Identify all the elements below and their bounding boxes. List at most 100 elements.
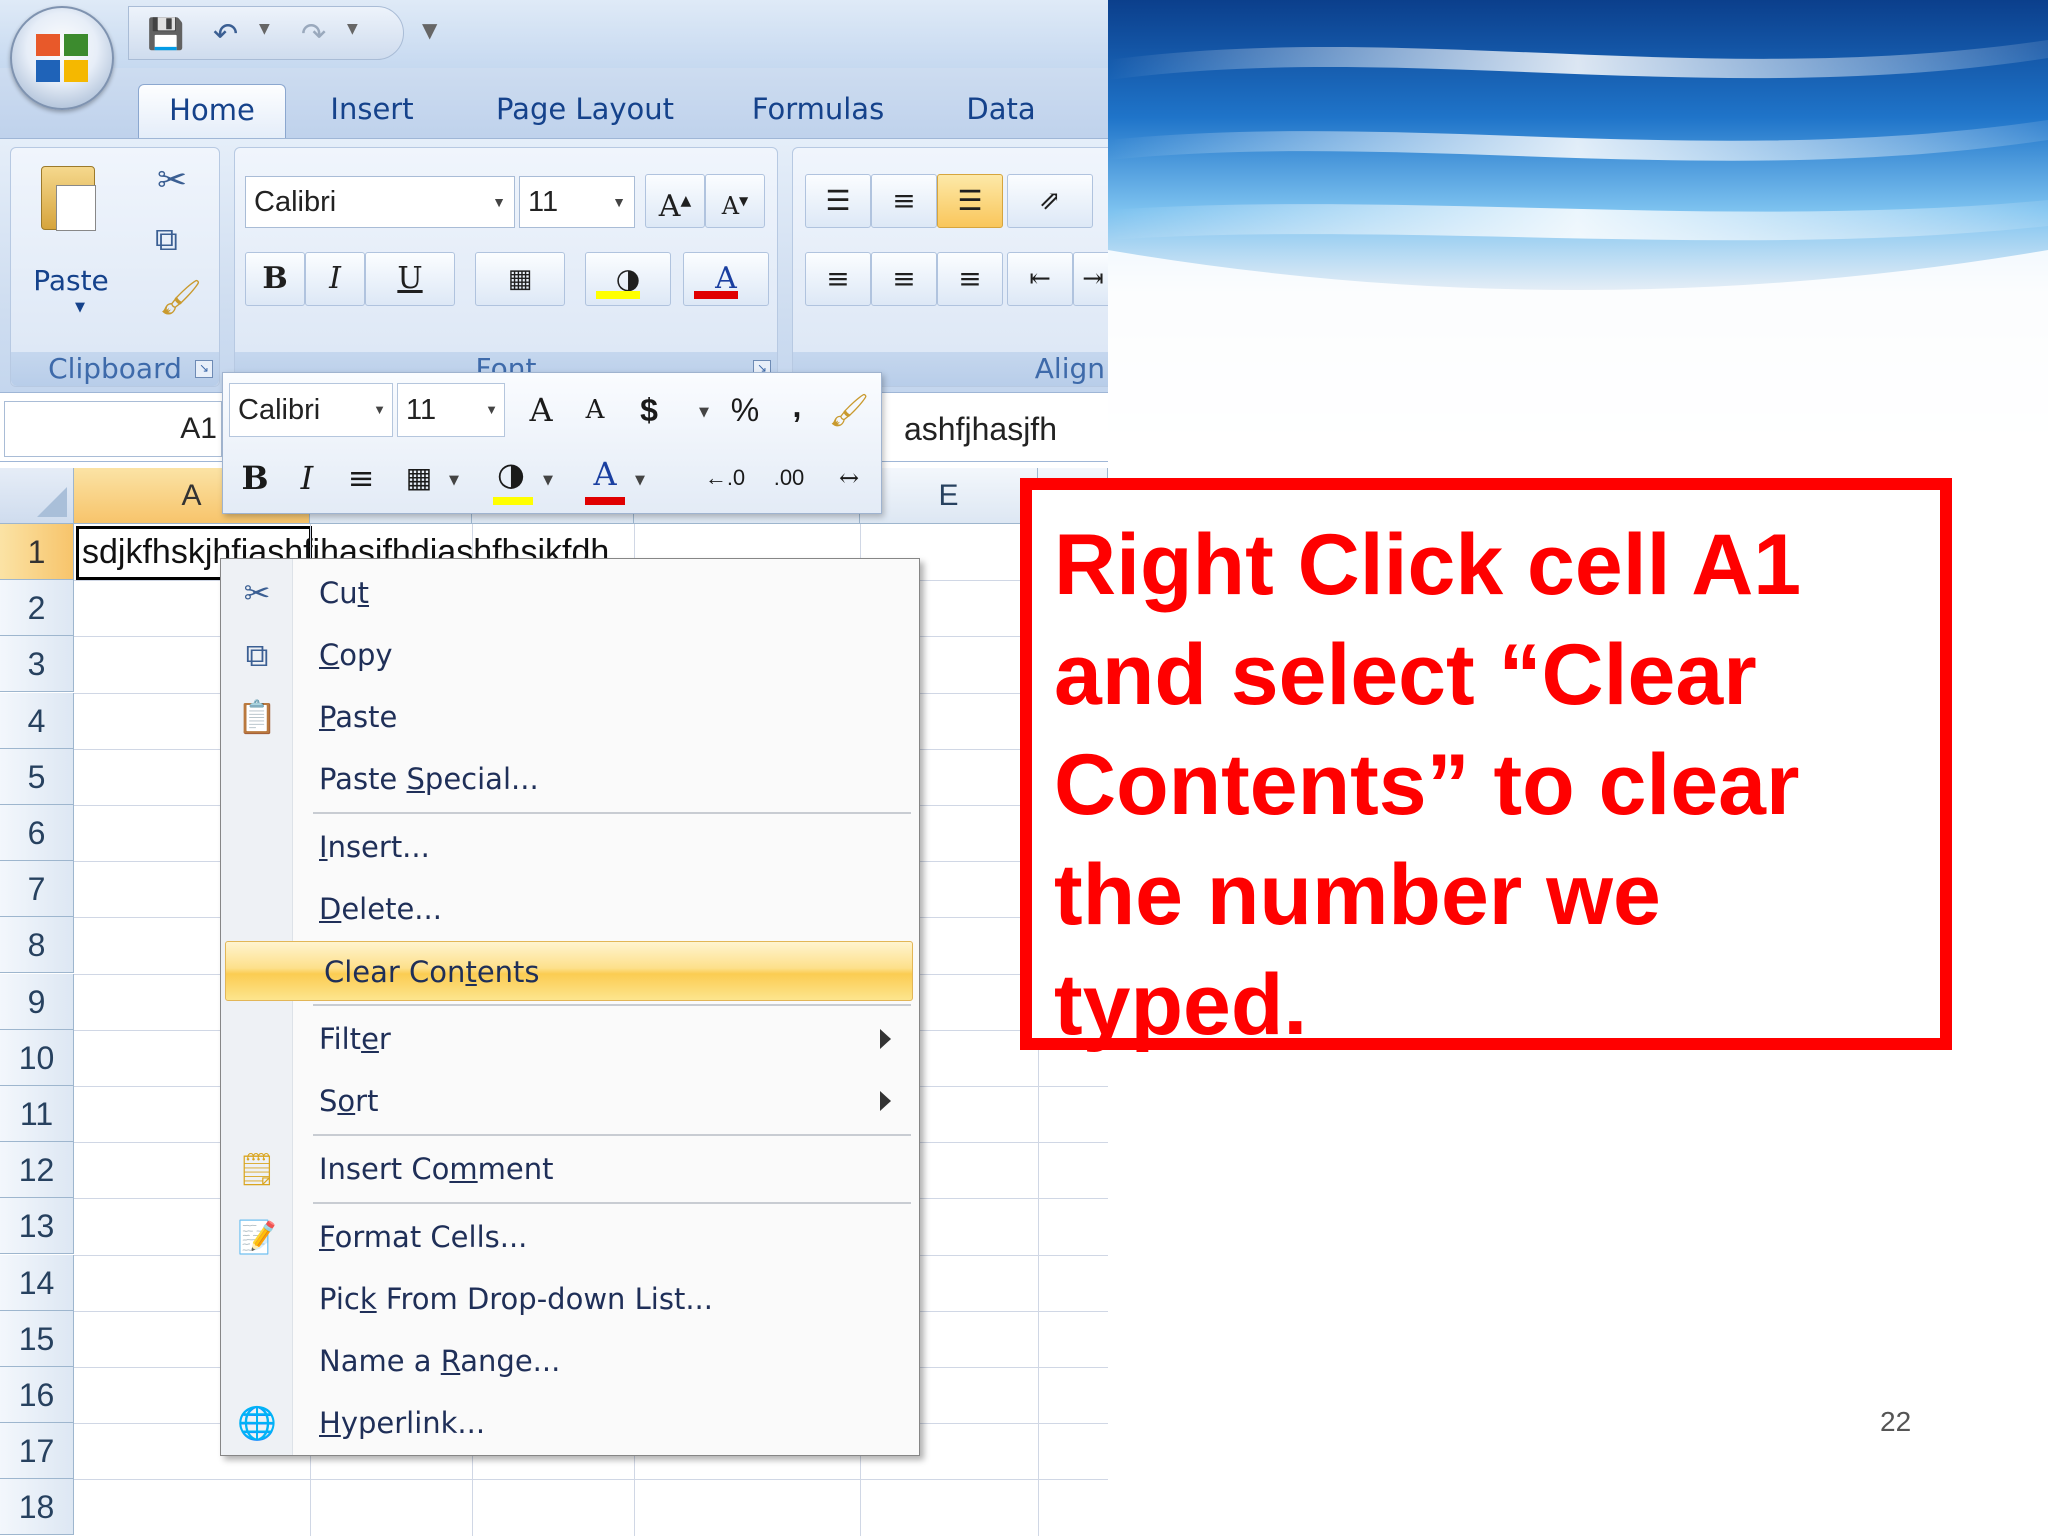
chevron-down-icon: ▼	[373, 402, 386, 417]
mini-decrease-decimal-icon[interactable]: .00	[763, 451, 815, 505]
mini-center-button[interactable]: ≡	[335, 451, 387, 505]
row-header[interactable]: 18	[0, 1479, 74, 1536]
align-center-button[interactable]: ≡	[871, 252, 937, 306]
mini-fill-color-button[interactable]: ◑	[485, 447, 537, 501]
mini-currency-button[interactable]: $	[623, 383, 675, 437]
formula-input[interactable]: ashfjhasjfh	[904, 401, 1057, 457]
menu-item-paste-special[interactable]: Paste Special...	[221, 749, 917, 809]
row-header[interactable]: 6	[0, 805, 74, 861]
chevron-down-icon[interactable]: ▼	[543, 473, 553, 488]
column-header-e[interactable]: E	[860, 468, 1038, 524]
row-header[interactable]: 13	[0, 1198, 74, 1255]
menu-item-insert[interactable]: Insert...	[221, 817, 917, 877]
mini-borders-button[interactable]: ▦	[393, 451, 445, 505]
chevron-down-icon[interactable]: ▼	[699, 405, 709, 420]
font-color-button[interactable]: A	[683, 252, 769, 306]
mini-increase-decimal-icon[interactable]: ←.0	[699, 451, 751, 505]
save-icon[interactable]: 💾	[147, 17, 184, 53]
row-header[interactable]: 17	[0, 1423, 74, 1480]
increase-indent-button[interactable]: ⇥	[1073, 252, 1108, 306]
mini-comma-button[interactable]: ,	[771, 379, 823, 433]
hyperlink-icon: 🌐	[237, 1404, 277, 1442]
row-header[interactable]: 5	[0, 748, 74, 805]
paste-dropdown-icon[interactable]: ▼	[75, 300, 85, 315]
row-header[interactable]: 12	[0, 1142, 74, 1199]
cut-icon[interactable]: ✂	[157, 160, 187, 201]
align-bottom-button[interactable]: ☰	[937, 174, 1003, 228]
mini-merge-center-icon[interactable]: ↔	[823, 451, 875, 505]
redo-dropdown-icon[interactable]: ▼	[347, 21, 358, 37]
row-header[interactable]: 14	[0, 1254, 74, 1311]
row-header[interactable]: 2	[0, 580, 74, 637]
menu-item-pick-from-drop-down-list[interactable]: Pick From Drop-down List...	[221, 1269, 917, 1329]
align-left-button[interactable]: ≡	[805, 252, 871, 306]
menu-separator	[313, 1134, 911, 1136]
select-all-corner[interactable]	[0, 468, 74, 524]
align-right-button[interactable]: ≡	[937, 252, 1003, 306]
row-header[interactable]: 1	[0, 524, 74, 580]
mini-font-color-button[interactable]: A	[579, 447, 631, 501]
underline-button[interactable]: U	[365, 252, 455, 306]
menu-item-format-cells[interactable]: 📝 Format Cells...	[221, 1207, 917, 1267]
undo-icon[interactable]: ↶	[213, 17, 238, 53]
row-header[interactable]: 3	[0, 636, 74, 693]
shrink-font-button[interactable]: A▼	[705, 174, 765, 228]
row-header[interactable]: 10	[0, 1029, 74, 1086]
mini-italic-button[interactable]: I	[281, 451, 333, 505]
customize-qat-icon[interactable]: ▼	[422, 18, 437, 42]
mini-font-size-combo[interactable]: 11 ▼	[397, 383, 505, 437]
menu-item-insert-comment[interactable]: 🗒 Insert Comment	[221, 1139, 917, 1199]
align-top-button[interactable]: ☰	[805, 174, 871, 228]
mini-shrink-font-button[interactable]: A	[569, 383, 621, 437]
chevron-down-icon[interactable]: ▼	[449, 473, 459, 488]
tab-home[interactable]: Home	[138, 84, 286, 138]
menu-item-copy[interactable]: ⧉ Copy	[221, 625, 917, 685]
row-header[interactable]: 15	[0, 1310, 74, 1367]
fill-color-button[interactable]: ◑	[585, 252, 671, 306]
tab-formulas[interactable]: Formulas	[730, 84, 906, 138]
paste-button[interactable]: Paste	[31, 264, 111, 297]
chevron-down-icon[interactable]: ▼	[635, 473, 645, 488]
row-header[interactable]: 9	[0, 973, 74, 1030]
clipboard-launcher-icon[interactable]: ↘	[195, 360, 213, 378]
font-size-combo[interactable]: 11 ▼	[519, 176, 635, 228]
font-name-value: Calibri	[254, 186, 337, 218]
menu-item-delete[interactable]: Delete...	[221, 879, 917, 939]
office-button[interactable]	[10, 6, 114, 110]
mini-bold-button[interactable]: B	[229, 451, 281, 505]
mini-format-painter-icon[interactable]: 🖌	[823, 383, 875, 437]
menu-item-paste[interactable]: 📋 Paste	[221, 687, 917, 747]
row-header[interactable]: 8	[0, 917, 74, 974]
format-painter-icon[interactable]: 🖌	[159, 278, 202, 318]
tab-page-layout[interactable]: Page Layout	[470, 84, 700, 138]
font-name-combo[interactable]: Calibri ▼	[245, 176, 515, 228]
menu-item-sort[interactable]: Sort	[221, 1071, 917, 1131]
row-header[interactable]: 7	[0, 861, 74, 918]
name-box[interactable]: A1	[4, 401, 222, 457]
undo-dropdown-icon[interactable]: ▼	[259, 21, 270, 37]
mini-grow-font-button[interactable]: A	[515, 383, 567, 437]
row-header[interactable]: 16	[0, 1367, 74, 1423]
borders-button[interactable]: ▦	[475, 252, 565, 306]
copy-icon[interactable]: ⧉	[155, 220, 178, 259]
mini-font-name-combo[interactable]: Calibri ▼	[229, 383, 393, 437]
tab-insert[interactable]: Insert	[300, 84, 444, 138]
tab-data[interactable]: Data	[936, 84, 1066, 138]
row-header[interactable]: 4	[0, 692, 74, 749]
orientation-button[interactable]: ⇗	[1007, 174, 1093, 228]
menu-item-filter[interactable]: Filter	[221, 1009, 917, 1069]
redo-icon[interactable]: ↷	[301, 17, 326, 53]
menu-item-clear-contents[interactable]: Clear Contents	[225, 941, 913, 1001]
row-header[interactable]: 11	[0, 1086, 74, 1142]
italic-button[interactable]: I	[305, 252, 365, 306]
decrease-indent-button[interactable]: ⇤	[1007, 252, 1073, 306]
menu-item-hyperlink[interactable]: 🌐 Hyperlink...	[221, 1393, 917, 1453]
mini-percent-button[interactable]: %	[719, 383, 771, 437]
menu-item-cut[interactable]: ✂ Cut	[221, 563, 917, 623]
bold-button[interactable]: B	[245, 252, 305, 306]
align-middle-button[interactable]: ≡	[871, 174, 937, 228]
grow-font-button[interactable]: A▲	[645, 174, 705, 228]
menu-item-name-a-range[interactable]: Name a Range...	[221, 1331, 917, 1391]
ribbon-tabs: Home Insert Page Layout Formulas Data	[0, 68, 1108, 138]
paste-icon[interactable]	[41, 166, 96, 231]
